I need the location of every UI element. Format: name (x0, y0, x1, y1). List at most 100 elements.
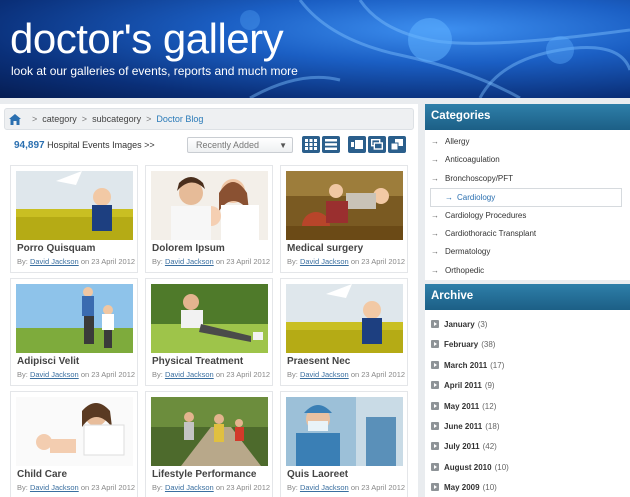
card-title[interactable]: Praesent Nec (287, 356, 350, 367)
card-title[interactable]: Medical surgery (287, 243, 363, 254)
byline-prefix: By: (287, 483, 298, 492)
gallery-card[interactable]: Dolorem Ipsum By: David Jackson on 23 Ap… (145, 165, 273, 273)
photo-mother-and-baby[interactable] (16, 397, 133, 466)
site-title: doctor's gallery (10, 15, 284, 62)
arrow-right-icon: → (431, 155, 439, 165)
archive-count: (12) (482, 401, 497, 411)
photo-boy-in-flower-field[interactable] (16, 171, 133, 240)
image-count-label: Hospital Events Images (47, 140, 142, 150)
author-link[interactable]: David Jackson (300, 370, 349, 379)
gallery-card[interactable]: Child Care By: David Jackson on 23 April… (10, 391, 138, 497)
photo-boy-in-flower-field[interactable] (286, 284, 403, 353)
category-item[interactable]: → Orthopedic (425, 262, 630, 280)
archive-month: May 2011 (444, 401, 480, 411)
grid-view-button[interactable] (302, 136, 320, 153)
photo-family-in-leaves[interactable] (286, 171, 403, 240)
archive-item[interactable]: April 2011 (9) (425, 377, 630, 397)
archive-count: (17) (490, 360, 505, 370)
byline-on: on (215, 483, 225, 492)
category-item[interactable]: → Allergy (425, 133, 630, 151)
archive-count: (42) (482, 442, 497, 452)
sort-select[interactable]: Recently Added ▼ (187, 137, 293, 153)
card-title[interactable]: Adipisci Velit (17, 356, 79, 367)
photo-family-walking[interactable] (151, 397, 268, 466)
author-link[interactable]: David Jackson (165, 483, 214, 492)
play-bullet-icon (431, 320, 439, 328)
author-link[interactable]: David Jackson (165, 257, 214, 266)
card-title[interactable]: Physical Treatment (152, 356, 243, 367)
archive-list: January (3) February (38) March 2011 (17) Apri… (425, 310, 630, 497)
gallery-card[interactable]: Praesent Nec By: David Jackson on 23 Apr… (280, 278, 408, 386)
gallery-card[interactable]: Medical surgery By: David Jackson on 23 … (280, 165, 408, 273)
author-link[interactable]: David Jackson (300, 257, 349, 266)
author-link[interactable]: David Jackson (300, 483, 349, 492)
gallery-card[interactable]: Adipisci Velit By: David Jackson on 23 A… (10, 278, 138, 386)
archive-item[interactable]: May 2009 (10) (425, 479, 630, 497)
category-item[interactable]: → Cardiology Procedures (425, 207, 630, 225)
author-link[interactable]: David Jackson (30, 257, 79, 266)
photo-man-stretching[interactable] (151, 284, 268, 353)
archive-item[interactable]: May 2011 (12) (425, 398, 630, 418)
card-byline: By: David Jackson on 23 April 2012 (152, 257, 270, 266)
photo-family-portrait[interactable] (151, 171, 268, 240)
card-title[interactable]: Lifestyle Performance (152, 469, 257, 480)
gallery-card[interactable]: Quis Laoreet By: David Jackson on 23 Apr… (280, 391, 408, 497)
category-item[interactable]: → Anticoagulation (425, 151, 630, 169)
categories-heading: Categories (425, 104, 630, 130)
play-bullet-icon (431, 462, 439, 471)
category-item[interactable]: → Cardiothoracic Transplant (425, 225, 630, 243)
archive-item[interactable]: July 2011 (42) (425, 438, 630, 458)
byline-prefix: By: (17, 483, 28, 492)
image-count-number: 94,897 (14, 140, 45, 151)
byline-prefix: By: (17, 370, 28, 379)
card-byline: By: David Jackson on 23 April 2012 (152, 483, 270, 492)
card-title[interactable]: Porro Quisquam (17, 243, 95, 254)
home-icon[interactable] (9, 113, 21, 125)
card-title[interactable]: Quis Laoreet (287, 469, 348, 480)
image-count-more[interactable]: >> (144, 140, 155, 150)
play-bullet-icon (431, 442, 439, 451)
gallery-toolbar: 94,897 Hospital Events Images >> Recentl… (0, 134, 418, 158)
chevron-down-icon: ▼ (279, 141, 287, 150)
card-title[interactable]: Child Care (17, 469, 67, 480)
category-item[interactable]: → Cardiology (430, 188, 622, 207)
byline-on: on (350, 370, 360, 379)
gallery-card[interactable]: Physical Treatment By: David Jackson on … (145, 278, 273, 386)
byline-prefix: By: (287, 370, 298, 379)
card-title[interactable]: Dolorem Ipsum (152, 243, 225, 254)
gallery-view-button[interactable] (368, 136, 386, 153)
grid-icon (305, 139, 317, 150)
gallery-card[interactable]: Lifestyle Performance By: David Jackson … (145, 391, 273, 497)
breadcrumb-category[interactable]: category (42, 114, 77, 124)
archive-item[interactable]: June 2011 (18) (425, 418, 630, 438)
byline-on: on (80, 257, 90, 266)
archive-item[interactable]: January (3) (425, 316, 630, 336)
slideshow-view-button[interactable] (348, 136, 366, 153)
card-byline: By: David Jackson on 23 April 2012 (17, 370, 135, 379)
stacked-images-icon (371, 139, 383, 150)
author-link[interactable]: David Jackson (165, 370, 214, 379)
arrow-right-icon: → (431, 173, 439, 183)
post-date: 23 April 2012 (361, 257, 406, 266)
play-bullet-icon (431, 483, 439, 492)
byline-prefix: By: (152, 483, 163, 492)
author-link[interactable]: David Jackson (30, 483, 79, 492)
gallery-card[interactable]: Porro Quisquam By: David Jackson on 23 A… (10, 165, 138, 273)
archive-item[interactable]: March 2011 (17) (425, 357, 630, 377)
byline-prefix: By: (287, 257, 298, 266)
arrow-right-icon: → (431, 210, 439, 220)
archive-item[interactable]: February (38) (425, 336, 630, 356)
fullscreen-view-button[interactable] (388, 136, 406, 153)
byline-on: on (80, 370, 90, 379)
photo-family-outdoors[interactable] (16, 284, 133, 353)
list-view-button[interactable] (322, 136, 340, 153)
category-item[interactable]: → Dermatology (425, 243, 630, 261)
archive-count: (9) (484, 381, 495, 391)
category-item[interactable]: → Bronchoscopy/PFT (425, 170, 630, 188)
author-link[interactable]: David Jackson (30, 370, 79, 379)
byline-prefix: By: (17, 257, 28, 266)
photo-surgeon[interactable] (286, 397, 403, 466)
archive-item[interactable]: August 2010 (10) (425, 459, 630, 479)
card-byline: By: David Jackson on 23 April 2012 (287, 370, 405, 379)
breadcrumb-subcategory[interactable]: subcategory (92, 114, 141, 124)
